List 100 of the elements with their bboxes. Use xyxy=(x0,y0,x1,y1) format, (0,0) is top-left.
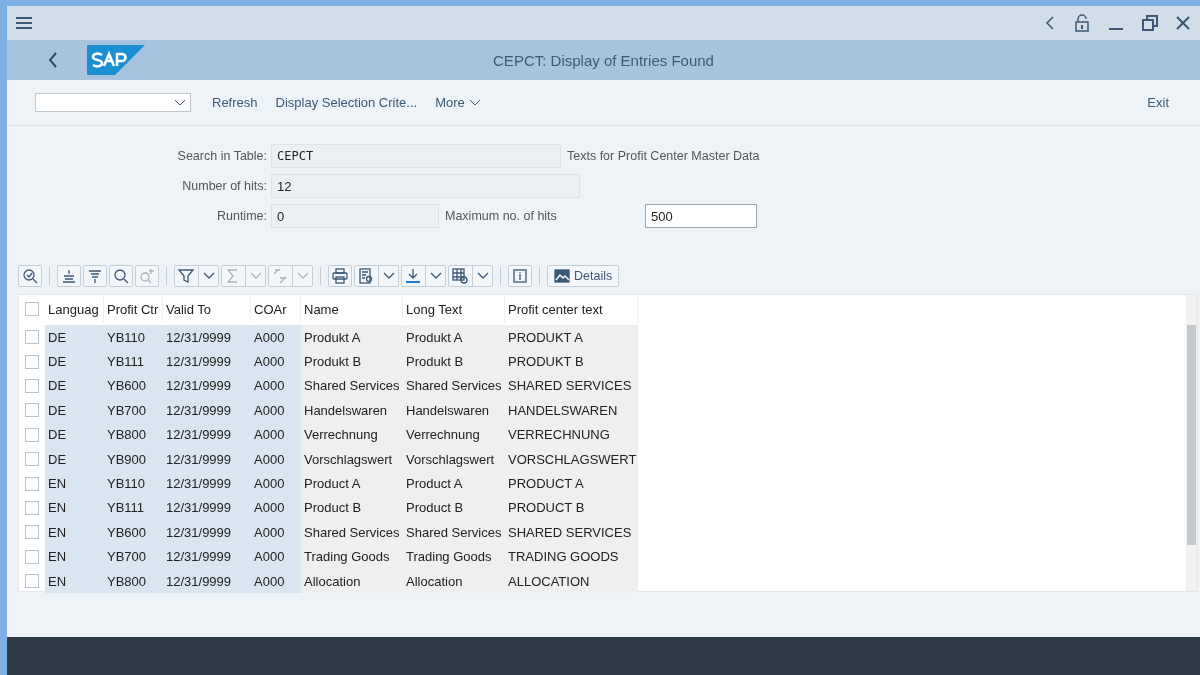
table-description: Texts for Profit Center Master Data xyxy=(566,149,760,163)
table-cell: EN xyxy=(45,520,104,545)
column-header[interactable]: Long Text xyxy=(403,295,505,323)
scrollbar[interactable] xyxy=(1186,295,1197,591)
tool-button[interactable] xyxy=(57,265,81,287)
table-cell: 12/31/9999 xyxy=(163,520,251,545)
table-cell: DE xyxy=(45,373,104,399)
table-cell: Shared Services xyxy=(301,520,403,545)
command-dropdown[interactable] xyxy=(35,93,191,112)
table-cell: 12/31/9999 xyxy=(163,349,251,374)
table-cell: ALLOCATION xyxy=(505,568,638,594)
table-cell: Product A xyxy=(403,471,505,496)
details-button[interactable]: Details xyxy=(547,265,620,287)
field-label: Maximum no. of hits xyxy=(444,209,558,223)
toolbar-button[interactable]: Display Selection Crite... xyxy=(266,95,427,110)
table-cell: YB600 xyxy=(104,520,163,545)
row-checkbox[interactable] xyxy=(25,549,39,564)
table-cell: DE xyxy=(45,446,104,472)
view-icon xyxy=(358,268,374,284)
split-tool-button[interactable] xyxy=(174,265,219,287)
caret-icon xyxy=(250,272,262,280)
table-cell: YB800 xyxy=(104,422,163,447)
table-cell: HANDELSWAREN xyxy=(505,398,638,423)
table-cell: Product A xyxy=(301,471,403,496)
table-cell: A000 xyxy=(251,446,301,472)
unlock-icon[interactable] xyxy=(1074,14,1090,32)
exit-button[interactable]: Exit xyxy=(1138,95,1178,110)
column-header[interactable]: Profit Ctr xyxy=(104,295,163,323)
tool-button[interactable] xyxy=(83,265,107,287)
table-cell: YB111 xyxy=(104,495,163,521)
back-icon[interactable] xyxy=(47,51,59,69)
tool-button[interactable] xyxy=(109,265,133,287)
table-cell: Allocation xyxy=(301,568,403,594)
column-header[interactable]: Valid To xyxy=(163,295,251,323)
table-cell: 12/31/9999 xyxy=(163,446,251,472)
field-label: Runtime: xyxy=(215,209,268,223)
table-cell: Trading Goods xyxy=(403,544,505,569)
table-cell: Product B xyxy=(403,495,505,521)
table-cell: PRODUCT A xyxy=(505,471,638,496)
table-cell: EN xyxy=(45,568,104,594)
table-cell: YB111 xyxy=(104,349,163,374)
table-cell: YB700 xyxy=(104,398,163,423)
table-cell: Produkt A xyxy=(301,325,403,350)
tool-button[interactable] xyxy=(18,265,42,287)
table-cell: 12/31/9999 xyxy=(163,471,251,496)
table-cell: PRODUKT A xyxy=(505,325,638,350)
caret-icon xyxy=(297,272,309,280)
split-tool-button[interactable] xyxy=(354,265,399,287)
table-cell: A000 xyxy=(251,373,301,399)
table-cell: YB600 xyxy=(104,373,163,399)
row-checkbox[interactable] xyxy=(25,500,39,515)
table-cell: Product B xyxy=(301,495,403,521)
tool-button[interactable] xyxy=(508,265,532,287)
menu-icon[interactable] xyxy=(15,16,33,30)
table-cell: Produkt B xyxy=(301,349,403,374)
row-checkbox[interactable] xyxy=(25,574,39,589)
table-cell: PRODUKT B xyxy=(505,349,638,374)
tool-button[interactable] xyxy=(328,265,352,287)
row-checkbox[interactable] xyxy=(25,378,39,393)
table-cell: Shared Services xyxy=(403,373,505,399)
column-header[interactable]: Profit center text xyxy=(505,295,638,323)
back-icon[interactable] xyxy=(1044,15,1056,31)
row-checkbox[interactable] xyxy=(25,452,39,467)
row-checkbox[interactable] xyxy=(25,525,39,540)
column-header[interactable]: Name xyxy=(301,295,403,323)
close-icon[interactable] xyxy=(1176,16,1190,30)
table-cell: VERRECHNUNG xyxy=(505,422,638,447)
split-tool-button[interactable] xyxy=(448,265,493,287)
table-cell: Vorschlagswert xyxy=(403,446,505,472)
toolbar-button[interactable]: Refresh xyxy=(203,95,267,110)
table-cell: PRODUCT B xyxy=(505,495,638,521)
table-cell: YB700 xyxy=(104,544,163,569)
export-icon xyxy=(405,268,421,284)
table-cell: SHARED SERVICES xyxy=(505,520,638,545)
restore-icon[interactable] xyxy=(1142,15,1158,31)
split-tool-button[interactable] xyxy=(401,265,446,287)
row-checkbox[interactable] xyxy=(25,354,39,369)
column-header[interactable]: COAr xyxy=(251,295,301,323)
table-cell: SHARED SERVICES xyxy=(505,373,638,399)
column-header[interactable]: Languag xyxy=(45,295,104,323)
table-cell: DE xyxy=(45,349,104,374)
more-menu-button[interactable]: More xyxy=(426,95,490,110)
table-cell: VORSCHLAGSWERT xyxy=(505,446,638,472)
caret-icon xyxy=(174,98,186,107)
row-checkbox[interactable] xyxy=(25,403,39,418)
scrollbar-thumb[interactable] xyxy=(1187,325,1196,545)
info-icon xyxy=(512,268,528,284)
table-cell: EN xyxy=(45,495,104,521)
select-all-checkbox[interactable] xyxy=(25,302,39,316)
table-cell: EN xyxy=(45,471,104,496)
table-cell: A000 xyxy=(251,422,301,447)
table-cell: 12/31/9999 xyxy=(163,422,251,447)
row-checkbox[interactable] xyxy=(25,476,39,491)
table-cell: A000 xyxy=(251,544,301,569)
row-checkbox[interactable] xyxy=(25,330,39,345)
table-cell: A000 xyxy=(251,495,301,521)
max-hits-input[interactable]: 500 xyxy=(645,204,757,228)
row-checkbox[interactable] xyxy=(25,427,39,442)
table-cell: Verrechnung xyxy=(403,422,505,447)
table-cell: Vorschlagswert xyxy=(301,446,403,472)
